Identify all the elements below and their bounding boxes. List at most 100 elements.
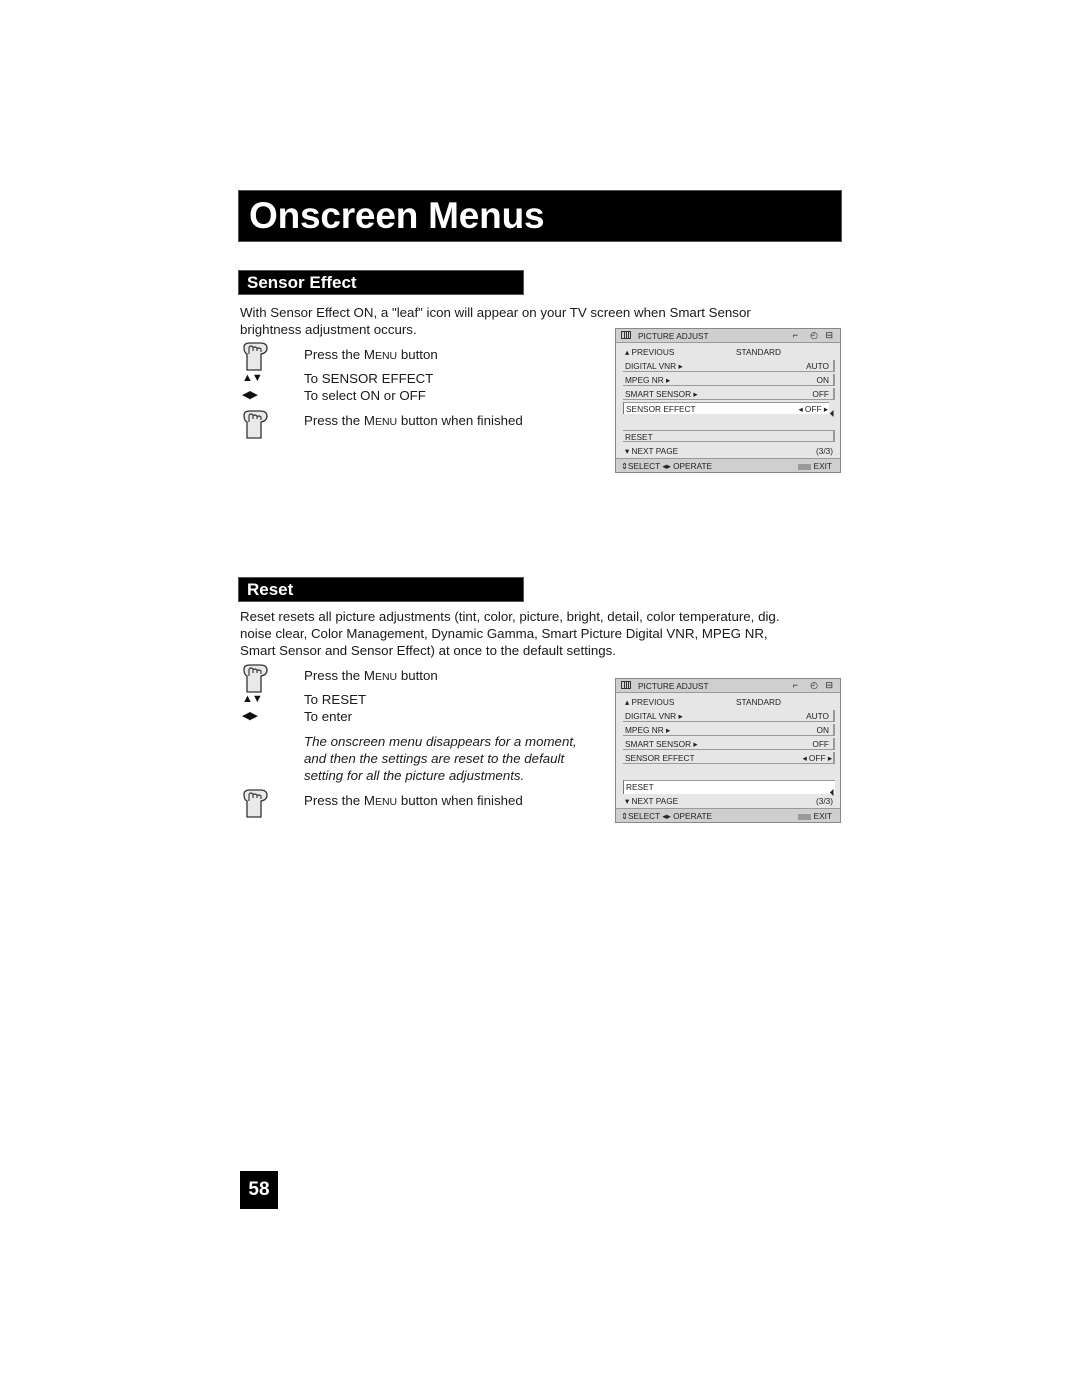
next-page-text: NEXT PAGE [631, 796, 679, 806]
menu-previous[interactable]: ▴ PREVIOUS STANDARD [623, 696, 835, 708]
lock-icon: ⊟ [825, 330, 833, 340]
step-text: button [397, 668, 438, 683]
menu-next-page[interactable]: ▾ NEXT PAGE (3/3) [623, 445, 835, 457]
step-navigate: To RESET [304, 692, 367, 707]
page-title-bar: Onscreen Menus [238, 190, 842, 242]
leaf-flag-icon: ⌐ [792, 330, 798, 340]
section-heading-reset: Reset [238, 577, 524, 602]
previous-text: PREVIOUS [631, 347, 675, 357]
select-arrows-icon: ⇕ [621, 461, 628, 471]
menu-item-sensor-effect[interactable]: SENSOR EFFECT ◂ OFF ▸ [623, 402, 829, 414]
previous-label: ▴ PREVIOUS [625, 697, 675, 707]
menu-footer: ⇕SELECT ◂▸ OPERATE EXIT [616, 458, 840, 472]
menu-item-smart-sensor[interactable]: SMART SENSOR ▸ OFF [623, 388, 835, 400]
picture-mode: STANDARD [736, 347, 782, 357]
select-arrows-icon: ⇕ [621, 811, 628, 821]
clock-icon: ◴ [810, 330, 818, 340]
item-label: SMART SENSOR ▸ [625, 739, 698, 749]
hand-press-icon [243, 342, 268, 371]
menu-grid-icon [621, 681, 631, 689]
menu-header: PICTURE ADJUST ⌐ ◴ ⊟ [616, 679, 840, 693]
picture-adjust-menu-sensor-effect: PICTURE ADJUST ⌐ ◴ ⊟ ▴ PREVIOUS STANDARD… [615, 328, 841, 473]
menu-previous[interactable]: ▴ PREVIOUS STANDARD [623, 346, 835, 358]
picture-mode: STANDARD [736, 697, 782, 707]
note-line: setting for all the picture adjustments. [304, 768, 525, 783]
item-label-text: DIGITAL VNR [625, 361, 677, 371]
step-text: button when finished [397, 793, 523, 808]
footer-exit: EXIT [813, 811, 832, 821]
item-label-text: DIGITAL VNR [625, 711, 677, 721]
menu-item-mpeg-nr[interactable]: MPEG NR ▸ ON [623, 374, 835, 386]
item-label: DIGITAL VNR ▸ [625, 361, 683, 371]
step-text-smallcaps: ENU [374, 671, 398, 683]
item-label-text: SMART SENSOR [625, 739, 692, 749]
next-page-label: ▾ NEXT PAGE [625, 446, 679, 456]
menu-item-reset[interactable]: RESET [623, 430, 835, 442]
next-page-label: ▾ NEXT PAGE [625, 796, 679, 806]
menu-item-digital-vnr[interactable]: DIGITAL VNR ▸ AUTO [623, 710, 835, 722]
menu-key-icon [797, 813, 811, 820]
step-press-menu: Press the MENU button [304, 346, 438, 365]
step-navigate: To SENSOR EFFECT [304, 371, 434, 386]
up-down-arrows-icon: ▲▼ [242, 693, 263, 705]
footer-select: SELECT [627, 461, 661, 471]
item-value: ◂ OFF ▸ [802, 753, 832, 763]
hand-press-icon [243, 664, 268, 693]
step-text-smallcaps: ENU [374, 350, 398, 362]
step-text: Press the M [304, 413, 375, 428]
previous-label: ▴ PREVIOUS [625, 347, 675, 357]
item-label-text: MPEG NR [625, 375, 664, 385]
item-label: SENSOR EFFECT [626, 404, 696, 414]
cursor-icon [829, 409, 838, 418]
intro-line: Smart Sensor and Sensor Effect) at once … [240, 643, 616, 658]
menu-item-mpeg-nr[interactable]: MPEG NR ▸ ON [623, 724, 835, 736]
menu-footer: ⇕SELECT ◂▸ OPERATE EXIT [616, 808, 840, 822]
item-value: OFF [812, 739, 829, 749]
menu-title: PICTURE ADJUST [638, 681, 709, 691]
lock-icon: ⊟ [825, 680, 833, 690]
footer-select: SELECT [627, 811, 661, 821]
item-label-text: MPEG NR [625, 725, 664, 735]
menu-key-icon [797, 463, 811, 470]
menu-item-reset[interactable]: RESET [623, 780, 835, 794]
page-number-box: 58 [240, 1171, 278, 1209]
note-line: and then the settings are reset to the d… [304, 751, 565, 766]
menu-title: PICTURE ADJUST [638, 331, 709, 341]
step-text-smallcaps: ENU [374, 416, 398, 428]
item-label: MPEG NR ▸ [625, 725, 671, 735]
section-heading-text: Reset [247, 580, 294, 599]
page-title: Onscreen Menus [249, 195, 545, 236]
step-text: Press the M [304, 347, 375, 362]
operate-arrows-icon: ◂▸ [662, 461, 671, 471]
next-page-text: NEXT PAGE [631, 446, 679, 456]
step-press-menu: Press the MENU button [304, 667, 438, 686]
item-label: SMART SENSOR ▸ [625, 389, 698, 399]
menu-item-smart-sensor[interactable]: SMART SENSOR ▸ OFF [623, 738, 835, 750]
footer-left: ⇕SELECT ◂▸ OPERATE [621, 811, 712, 821]
left-right-arrows-icon: ◀▶ [242, 710, 258, 722]
menu-grid-icon [621, 331, 631, 339]
hand-press-icon [243, 410, 268, 439]
menu-next-page[interactable]: ▾ NEXT PAGE (3/3) [623, 795, 835, 807]
page-indicator: (3/3) [815, 446, 833, 456]
step-text: Press the M [304, 668, 375, 683]
item-label: MPEG NR ▸ [625, 375, 671, 385]
item-label: DIGITAL VNR ▸ [625, 711, 683, 721]
intro-line: With Sensor Effect ON, a "leaf" icon wil… [240, 305, 751, 320]
reset-note: The onscreen menu disappears for a momen… [304, 733, 577, 784]
menu-item-digital-vnr[interactable]: DIGITAL VNR ▸ AUTO [623, 360, 835, 372]
item-value-text: OFF [808, 753, 826, 763]
step-text-smallcaps: ENU [374, 796, 398, 808]
picture-adjust-menu-reset: PICTURE ADJUST ⌐ ◴ ⊟ ▴ PREVIOUS STANDARD… [615, 678, 841, 823]
item-value: AUTO [806, 361, 829, 371]
step-press-menu-finished: Press the MENU button when finished [304, 792, 523, 811]
previous-text: PREVIOUS [631, 697, 675, 707]
step-text: Press the M [304, 793, 375, 808]
footer-operate: OPERATE [673, 811, 713, 821]
section-heading-text: Sensor Effect [247, 273, 357, 292]
menu-item-sensor-effect[interactable]: SENSOR EFFECT ◂ OFF ▸ [623, 752, 835, 764]
note-line: The onscreen menu disappears for a momen… [304, 734, 577, 749]
step-enter: To enter [304, 709, 353, 724]
step-text: button when finished [397, 413, 523, 428]
step-text: button [397, 347, 438, 362]
